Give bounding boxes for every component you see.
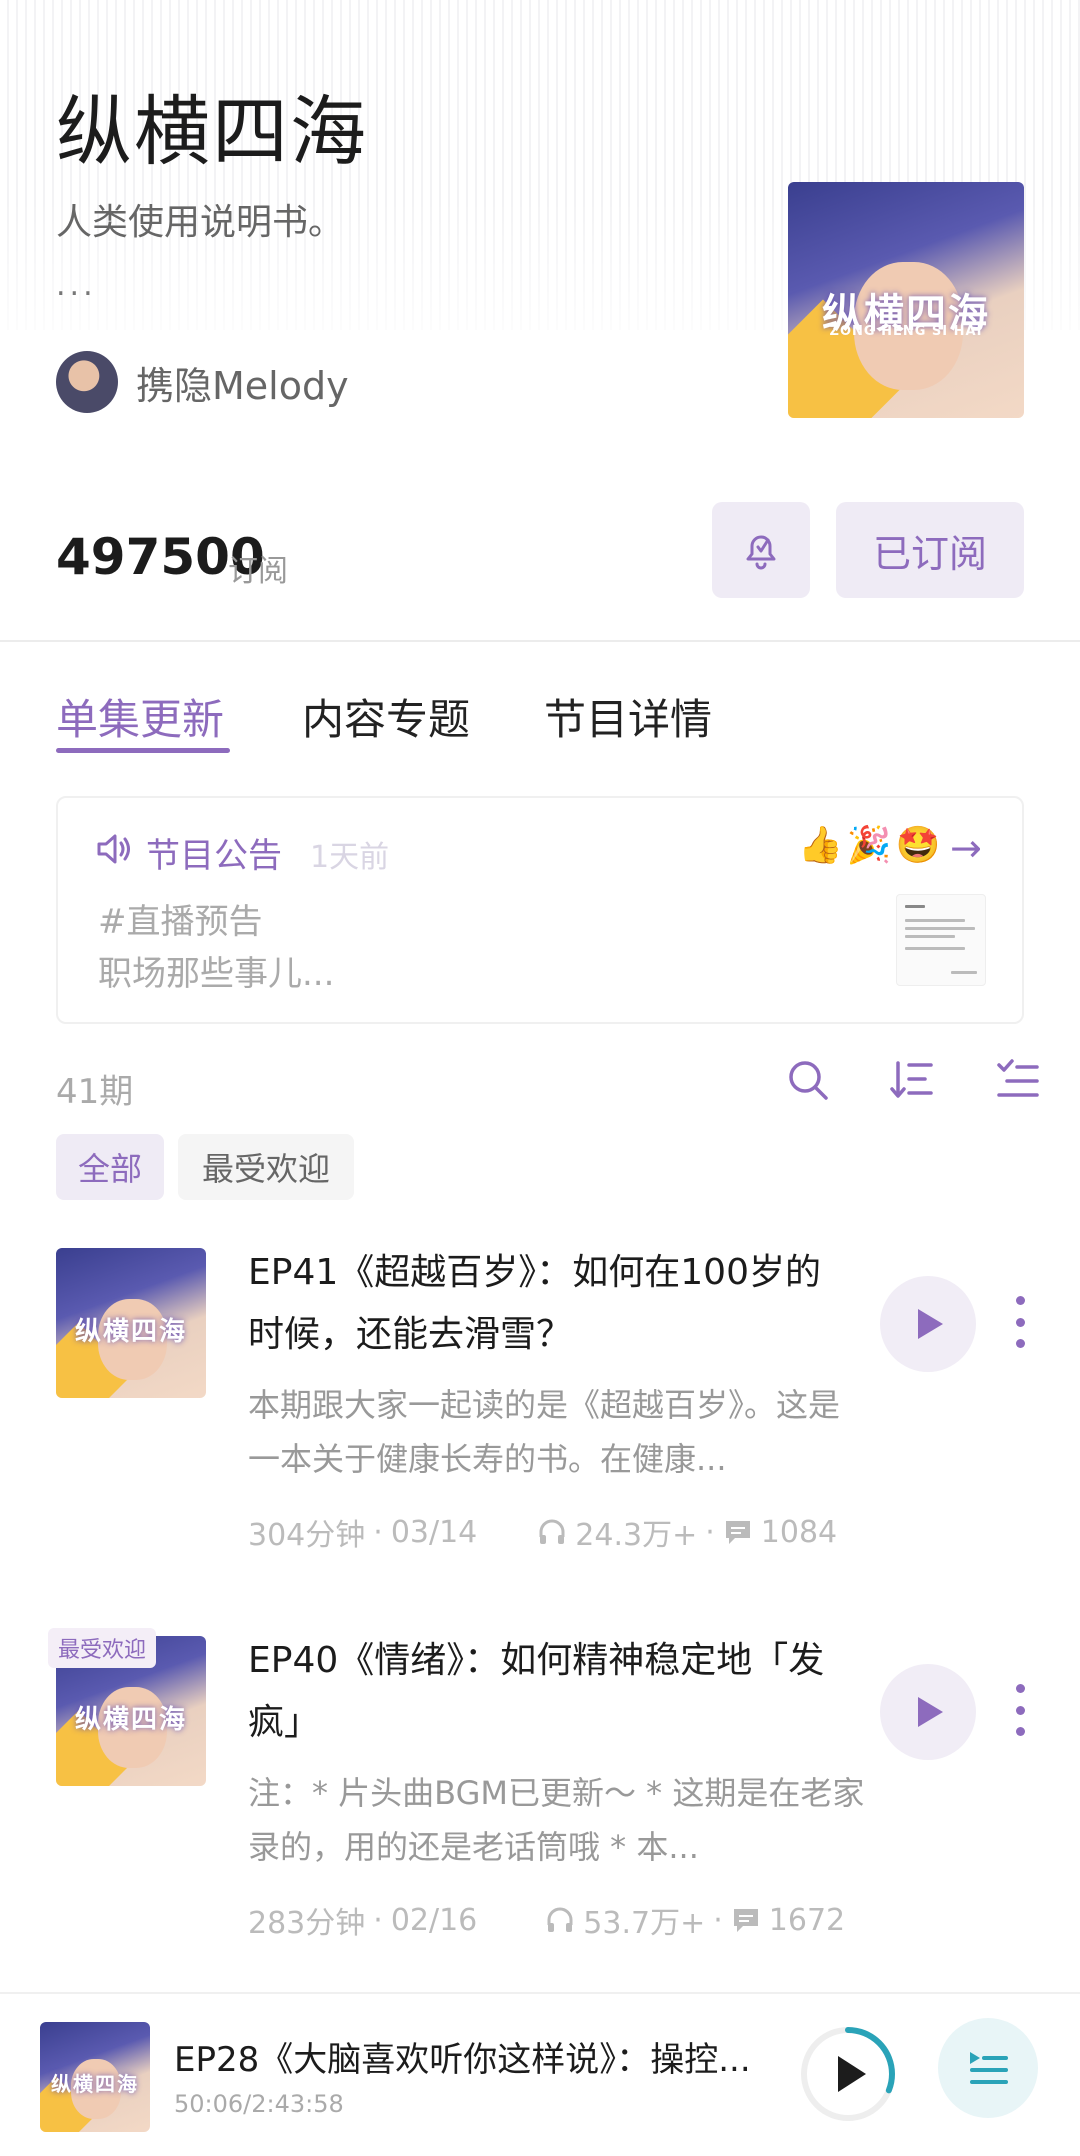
tab-details[interactable]: 节目详情 bbox=[544, 686, 712, 747]
mini-player[interactable]: 纵横四海 EP28《大脑喜欢听你这样说》：操控... 50:06/2:43:58 bbox=[0, 1992, 1080, 2156]
episode-count: 41期 bbox=[56, 1072, 134, 1112]
headphones-icon bbox=[539, 1519, 565, 1544]
tab-episodes[interactable]: 单集更新 bbox=[56, 686, 224, 747]
announcement-reactions: 👍🎉🤩 bbox=[798, 825, 945, 866]
episode-comments: 1672 bbox=[768, 1902, 846, 1938]
episode-cover-art-text: 纵横四海 bbox=[74, 1317, 187, 1347]
episode-item[interactable]: 纵横四海 EP41《超越百岁》：如何在100岁的时候，还能去滑雪？ 本期跟大家一… bbox=[0, 1248, 1080, 1608]
subscriber-label: 订阅 bbox=[228, 554, 288, 589]
episode-comments: 1084 bbox=[760, 1514, 838, 1550]
episode-title[interactable]: EP40《情绪》：如何精神稳定地「发疯」 bbox=[248, 1630, 848, 1754]
episode-play-button[interactable] bbox=[880, 1276, 976, 1372]
announcement-line1: #直播预告 bbox=[98, 902, 263, 942]
more-dot-icon bbox=[1015, 1339, 1025, 1348]
episode-duration: 304分钟 bbox=[248, 1518, 366, 1553]
announcement-line2: 职场那些事儿... bbox=[98, 954, 335, 994]
bell-check-icon bbox=[746, 535, 776, 570]
now-playing-cover-art-text: 纵横四海 bbox=[51, 2072, 139, 2097]
checklist-icon bbox=[997, 1059, 1039, 1097]
now-playing-time: 50:06/2:43:58 bbox=[174, 2090, 344, 2118]
play-icon bbox=[918, 1697, 943, 1727]
sort-order-button[interactable] bbox=[884, 1052, 940, 1108]
search-icon bbox=[789, 1061, 828, 1100]
podcast-description[interactable]: 人类使用说明书。 bbox=[56, 198, 344, 248]
episode-description[interactable]: 本期跟大家一起读的是《超越百岁》。这是一本关于健康长寿的书。在健康... bbox=[248, 1378, 868, 1486]
description-more[interactable]: ... bbox=[56, 268, 97, 303]
search-button[interactable] bbox=[780, 1052, 836, 1108]
headphones-icon bbox=[547, 1907, 573, 1932]
arrow-right-icon[interactable]: → bbox=[950, 826, 982, 870]
announcement-thumbnail[interactable] bbox=[896, 894, 986, 986]
episode-meta: 304分钟 · 03/14 24.3万+ · 1084 bbox=[248, 1510, 837, 1554]
episode-plays: 24.3万+ bbox=[575, 1518, 698, 1553]
play-icon bbox=[918, 1309, 943, 1339]
episode-date: 02/16 bbox=[390, 1902, 478, 1938]
filter-popular[interactable]: 最受欢迎 bbox=[178, 1134, 354, 1200]
episode-item[interactable]: 最受欢迎 纵横四海 EP40《情绪》：如何精神稳定地「发疯」 注：* 片头曲BG… bbox=[0, 1628, 1080, 1996]
episode-date: 03/14 bbox=[390, 1514, 478, 1550]
episode-description[interactable]: 注：* 片头曲BGM已更新～ * 这期是在老家录的，用的还是老话筒哦 * 本..… bbox=[248, 1766, 868, 1874]
more-dot-icon bbox=[1015, 1705, 1025, 1715]
playlist-icon bbox=[970, 2052, 1008, 2084]
comment-icon bbox=[725, 1521, 750, 1544]
episode-plays: 53.7万+ bbox=[583, 1906, 706, 1941]
podcast-cover[interactable]: 纵横四海 ZONG HENG SI HAI bbox=[788, 182, 1024, 418]
comment-icon bbox=[733, 1909, 758, 1932]
author-avatar[interactable] bbox=[56, 351, 118, 413]
section-divider bbox=[0, 640, 1080, 642]
episode-play-button[interactable] bbox=[880, 1664, 976, 1760]
now-playing-cover[interactable]: 纵横四海 bbox=[40, 2022, 150, 2132]
episode-more-button[interactable] bbox=[1002, 1290, 1038, 1354]
cover-subtitle-art: ZONG HENG SI HAI bbox=[829, 323, 983, 339]
podcast-title: 纵横四海 bbox=[56, 87, 368, 176]
author-row[interactable]: 携隐Melody bbox=[56, 350, 349, 414]
more-dot-icon bbox=[1015, 1317, 1025, 1327]
more-dot-icon bbox=[1015, 1684, 1025, 1693]
episode-more-button[interactable] bbox=[1002, 1678, 1038, 1742]
tab-topics[interactable]: 内容专题 bbox=[302, 686, 470, 747]
more-dot-icon bbox=[1015, 1727, 1025, 1736]
episode-cover-art-text: 纵横四海 bbox=[74, 1705, 187, 1735]
announcement-card[interactable]: 节目公告 1天前 👍🎉🤩 → #直播预告 职场那些事儿... bbox=[56, 796, 1024, 1024]
episode-meta: 283分钟 · 02/16 53.7万+ · 1672 bbox=[248, 1898, 845, 1942]
episode-duration: 283分钟 bbox=[248, 1906, 366, 1941]
announcement-time: 1天前 bbox=[310, 840, 390, 875]
playlist-button[interactable] bbox=[938, 2018, 1038, 2118]
sort-icon bbox=[890, 1061, 933, 1098]
now-playing-title[interactable]: EP28《大脑喜欢听你这样说》：操控... bbox=[174, 2032, 774, 2081]
announcement-title: 节目公告 bbox=[146, 836, 282, 876]
mini-play-button[interactable] bbox=[796, 2022, 900, 2126]
subscribed-button[interactable]: 已订阅 bbox=[836, 502, 1024, 598]
active-tab-indicator bbox=[56, 748, 230, 753]
more-dot-icon bbox=[1015, 1296, 1025, 1305]
episode-title[interactable]: EP41《超越百岁》：如何在100岁的时候，还能去滑雪？ bbox=[248, 1242, 848, 1366]
author-name[interactable]: 携隐Melody bbox=[136, 355, 349, 410]
speaker-icon bbox=[97, 834, 130, 864]
popular-badge: 最受欢迎 bbox=[48, 1628, 157, 1668]
notification-bell-button[interactable] bbox=[712, 502, 810, 598]
multi-select-button[interactable] bbox=[990, 1052, 1046, 1108]
filter-all[interactable]: 全部 bbox=[56, 1134, 164, 1200]
episode-cover[interactable]: 纵横四海 bbox=[56, 1248, 206, 1398]
